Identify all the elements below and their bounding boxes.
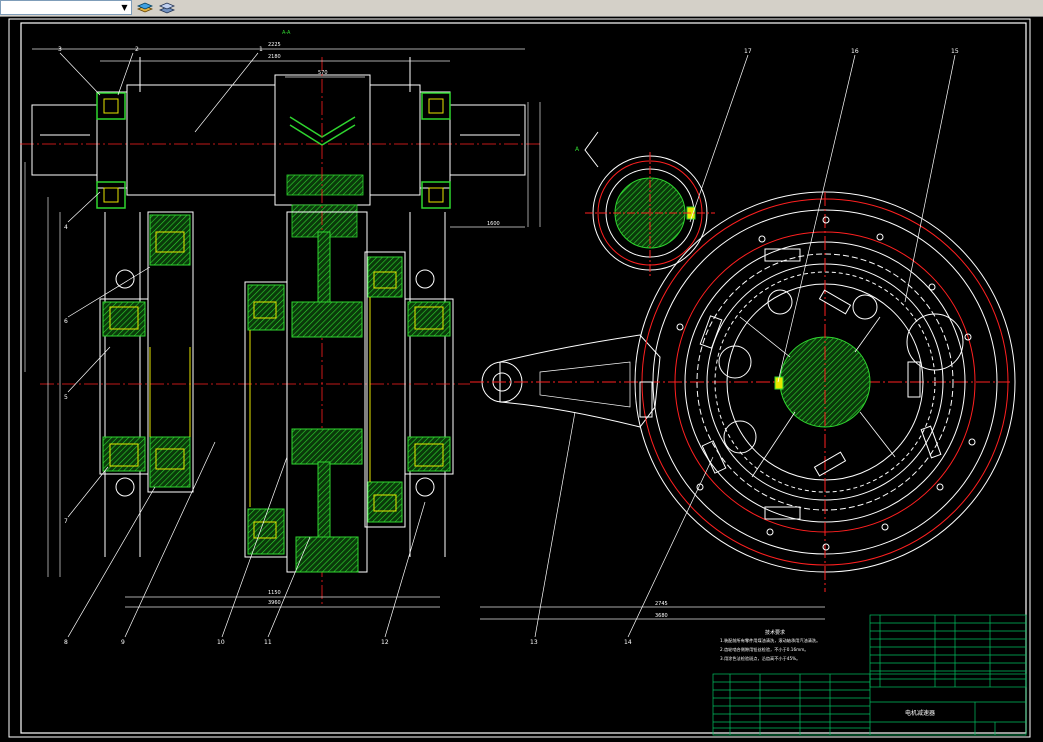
balloon-6: 6	[64, 318, 68, 325]
balloon-17: 17	[744, 48, 752, 55]
balloon-13: 13	[530, 639, 538, 646]
shaft-body	[126, 84, 276, 196]
view-label: A	[575, 146, 580, 153]
balloon-3: 3	[58, 46, 62, 53]
balloon-8: 8	[64, 639, 68, 646]
inner-frame	[20, 22, 1027, 734]
balloon-16: 16	[851, 48, 859, 55]
balloon-9: 9	[121, 639, 125, 646]
balloon-5: 5	[64, 394, 68, 401]
dim-4: 1600	[487, 221, 500, 227]
balloon-14: 14	[624, 639, 632, 646]
note-2: 2.齿轮啮合侧隙用铅丝检验，不小于0.16mm。	[720, 646, 808, 653]
drawing-canvas[interactable]: 2225 2180 570 1600 1150 3960 2745 3680 A…	[0, 17, 1043, 742]
layer-states-button[interactable]	[136, 0, 154, 16]
layer-previous-button[interactable]	[158, 0, 176, 16]
balloon-4: 4	[64, 224, 68, 231]
dim-8: 3680	[655, 613, 668, 619]
section-mark: A-A	[282, 30, 291, 36]
herringbone-mark	[289, 116, 356, 138]
dim-3: 570	[318, 70, 328, 76]
notes-title: 技术要求	[765, 629, 785, 636]
balloon-7: 7	[64, 518, 68, 525]
balloon-10: 10	[217, 639, 225, 646]
layers-icon	[136, 2, 154, 13]
dim-1: 2225	[268, 42, 281, 48]
balloon-2: 2	[135, 46, 139, 53]
dim-2: 2180	[268, 54, 281, 60]
section-view: 2225 2180 570 1600 1150 3960 2745 3680 A…	[20, 30, 825, 646]
balloon-12: 12	[381, 639, 389, 646]
outer-frame	[8, 18, 1031, 738]
shaft-end-left	[31, 104, 98, 176]
dim-7: 2745	[655, 601, 668, 607]
balloon-1: 1	[259, 46, 263, 53]
note-1: 1.装配前所有零件用煤油清洗，滚动轴承用汽油清洗。	[720, 637, 820, 644]
dim-5: 1150	[268, 590, 281, 596]
bearing-housing-right	[419, 91, 451, 189]
layer-dropdown[interactable]: ▼	[0, 0, 132, 15]
shaft-end-right	[449, 104, 526, 176]
parts-list	[869, 614, 1027, 688]
bearing-housing-left	[96, 91, 128, 189]
layers-stack-icon	[158, 2, 176, 14]
chevron-down-icon[interactable]: ▼	[119, 1, 130, 14]
note-3: 3.用涂色法检验斑点，沿齿高不小于45%。	[720, 655, 800, 662]
balloon-15: 15	[951, 48, 959, 55]
technical-notes: 技术要求 1.装配前所有零件用煤油清洗，滚动轴承用汽油清洗。 2.齿轮啮合侧隙用…	[720, 629, 820, 662]
balloon-11: 11	[264, 639, 272, 646]
dim-6: 3960	[268, 600, 281, 606]
end-view: A 17 16 15 13 14	[470, 48, 1016, 646]
toolbar: ▼	[0, 0, 1043, 17]
drawing-title: 电机减速器	[905, 709, 935, 717]
cad-drawing: 2225 2180 570 1600 1150 3960 2745 3680 A…	[8, 18, 1031, 738]
title-block	[712, 673, 1027, 736]
